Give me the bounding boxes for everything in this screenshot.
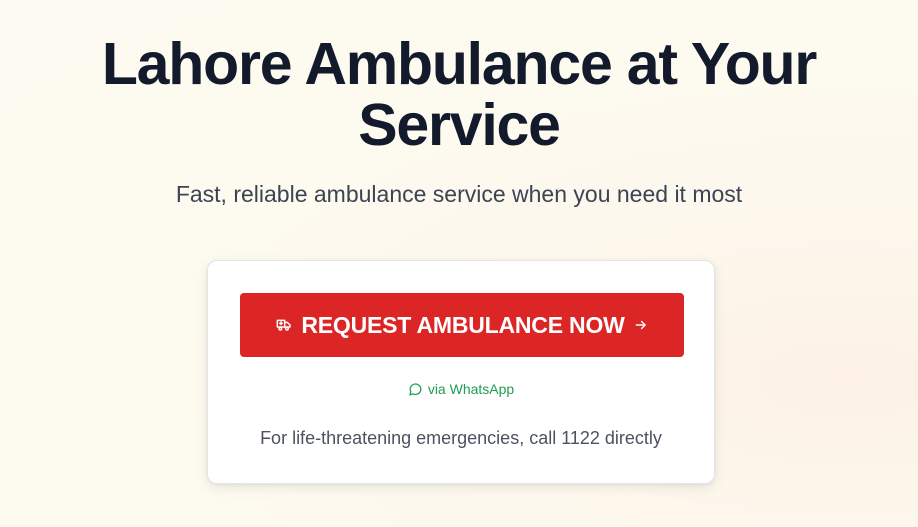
ambulance-truck-icon: [276, 317, 292, 333]
hero-title-line-2: Service: [358, 92, 561, 158]
hero-subtitle: Fast, reliable ambulance service when yo…: [175, 181, 743, 207]
arrow-right-icon: [634, 318, 648, 332]
whatsapp-label: via WhatsApp: [427, 381, 515, 397]
whatsapp-link[interactable]: via WhatsApp: [208, 381, 714, 397]
request-button-label: REQUEST AMBULANCE NOW: [301, 311, 625, 338]
request-card: REQUEST AMBULANCE NOW via WhatsApp For l…: [207, 260, 715, 484]
message-circle-icon: [408, 382, 423, 397]
emergency-note: For life-threatening emergencies, call 1…: [260, 428, 662, 448]
request-ambulance-button[interactable]: REQUEST AMBULANCE NOW: [240, 293, 684, 357]
hero-title-line-1: Lahore Ambulance at Your: [101, 31, 818, 97]
hero-title: Lahore Ambulance at Your Service: [0, 34, 918, 156]
